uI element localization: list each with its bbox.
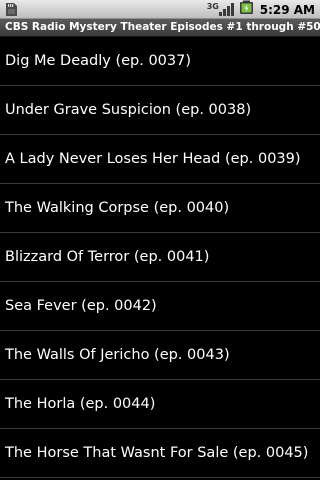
episode-title: Blizzard Of Terror (ep. 0041) <box>5 249 210 265</box>
clock: 5:29 AM <box>260 3 315 17</box>
episode-title: The Walls Of Jericho (ep. 0043) <box>5 347 230 363</box>
list-item[interactable]: Sea Fever (ep. 0042) <box>0 282 320 331</box>
list-item[interactable]: A Lady Never Loses Her Head (ep. 0039) <box>0 135 320 184</box>
list-item[interactable]: The Horla (ep. 0044) <box>0 380 320 429</box>
list-item[interactable]: Blizzard Of Terror (ep. 0041) <box>0 233 320 282</box>
episode-title: Under Grave Suspicion (ep. 0038) <box>5 102 252 118</box>
episode-title: Dig Me Deadly (ep. 0037) <box>5 53 192 69</box>
battery-charging-icon <box>239 0 255 19</box>
list-item[interactable]: The Walls Of Jericho (ep. 0043) <box>0 331 320 380</box>
clock-suffix: AM <box>293 2 315 17</box>
list-item[interactable]: The Walking Corpse (ep. 0040) <box>0 184 320 233</box>
status-icons: 3G 5:29 AM <box>207 0 315 19</box>
episode-title: Sea Fever (ep. 0042) <box>5 298 157 314</box>
list-item[interactable]: Dig Me Deadly (ep. 0037) <box>0 37 320 86</box>
sd-card-icon <box>4 2 19 17</box>
episode-list[interactable]: Dig Me Deadly (ep. 0037) Under Grave Sus… <box>0 37 320 480</box>
episode-title: The Horse That Wasnt For Sale (ep. 0045) <box>5 445 309 461</box>
episode-title: The Walking Corpse (ep. 0040) <box>5 200 230 216</box>
episode-title: The Horla (ep. 0044) <box>5 396 156 412</box>
page-title: CBS Radio Mystery Theater Episodes #1 th… <box>5 21 320 33</box>
list-item[interactable]: Under Grave Suspicion (ep. 0038) <box>0 86 320 135</box>
signal-strength-icon: 3G <box>207 2 235 17</box>
status-bar[interactable]: 3G 5:29 AM <box>0 0 320 19</box>
clock-time: 5:29 <box>259 2 290 17</box>
app-title-bar: CBS Radio Mystery Theater Episodes #1 th… <box>0 19 320 37</box>
list-item[interactable]: The Horse That Wasnt For Sale (ep. 0045) <box>0 429 320 478</box>
episode-title: A Lady Never Loses Her Head (ep. 0039) <box>5 151 301 167</box>
